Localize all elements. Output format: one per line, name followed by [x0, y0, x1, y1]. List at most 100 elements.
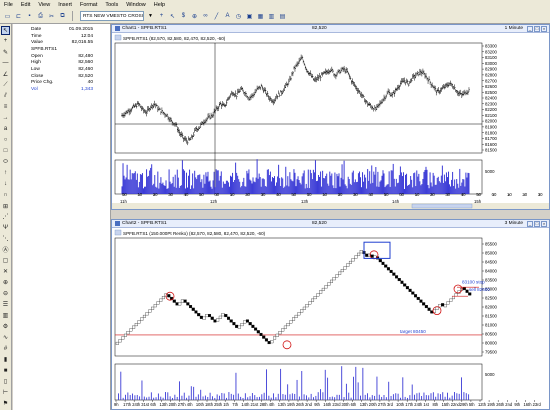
abc-icon[interactable]: Ⓐ: [1, 245, 10, 254]
menu-view[interactable]: View: [34, 2, 54, 8]
info-symbol: SPFB.RTS1: [31, 46, 58, 52]
new-icon[interactable]: ▭: [3, 12, 12, 21]
copy-icon[interactable]: ⧉: [58, 12, 67, 21]
chart1-y-tick: 82100: [485, 113, 498, 118]
chart2-x-tick: 4th: [269, 402, 275, 407]
chart1-scroll-thumb[interactable]: [411, 203, 473, 209]
crosshair-icon[interactable]: +: [1, 37, 10, 46]
maximize-icon[interactable]: □: [534, 220, 540, 227]
ruler-icon[interactable]: ⊢: [1, 388, 10, 397]
chart1-titlebar[interactable]: Chart1 - SPFB.RTS1 82,520 1 Minute _ □ ×: [112, 25, 549, 33]
close-icon[interactable]: ×: [541, 220, 547, 227]
ellipse-icon[interactable]: ⬭: [1, 158, 10, 167]
close-icon[interactable]: ×: [541, 25, 547, 32]
binoculars-icon[interactable]: ∞: [201, 12, 210, 21]
menu-help[interactable]: Help: [150, 2, 169, 8]
fib-icon[interactable]: ≡: [1, 103, 10, 112]
zoom-in-icon[interactable]: ⊕: [1, 278, 10, 287]
chart2-x-tick: 8th: [433, 402, 439, 407]
channel-icon[interactable]: ⫽: [1, 92, 10, 101]
zoom-icon[interactable]: ⊕: [190, 12, 199, 21]
arrow-down-icon[interactable]: ↓: [1, 180, 10, 189]
gann-icon[interactable]: ⊞: [1, 202, 10, 211]
fan-icon[interactable]: ⋰: [1, 213, 10, 222]
chart-icon: [115, 26, 120, 31]
angle-icon[interactable]: ∠: [1, 70, 10, 79]
chart1-x-tick: 30: [538, 192, 543, 197]
wave-icon[interactable]: ∿: [1, 333, 10, 342]
chart2-x-tick: 7th: [232, 402, 238, 407]
chart1-plot[interactable]: SPFB.RTS1 (82,570, 82,580, 82,470, 82,52…: [112, 33, 549, 209]
chart2-x-tick: 1st: [423, 402, 429, 407]
chart2-plot[interactable]: SPFB.RTS1 (150.000Pt Renko) (82,570, 82,…: [112, 228, 549, 409]
chart2-x-tick: 17th: [123, 402, 132, 407]
list-icon[interactable]: ☰: [1, 300, 10, 309]
chart2-y-tick: 80000: [485, 341, 498, 346]
hash-icon[interactable]: #: [1, 344, 10, 353]
arrow-up-icon[interactable]: ↑: [1, 169, 10, 178]
chart2-stop-label: 83100 stop: [462, 280, 485, 285]
chart2-titlebar[interactable]: Chart2 - SPFB.RTS1 82,520 3 Minute _ □ ×: [112, 220, 549, 228]
print-icon[interactable]: ⎙: [36, 12, 45, 21]
cursor-icon[interactable]: ↖: [168, 12, 177, 21]
crosshair-icon[interactable]: +: [157, 12, 166, 21]
line-tool-icon[interactable]: ╱: [212, 12, 221, 21]
chart2-y-tick: 82000: [485, 305, 498, 310]
chart1-scrollbar[interactable]: [112, 203, 549, 209]
circle-icon[interactable]: ○: [1, 136, 10, 145]
bar-icon[interactable]: ▮: [1, 355, 10, 364]
chart1-y-tick: 82500: [485, 90, 498, 95]
menu-edit[interactable]: Edit: [17, 2, 34, 8]
delete-icon[interactable]: ✕: [1, 267, 10, 276]
pencil-icon[interactable]: ✎: [1, 48, 10, 57]
menu-tools[interactable]: Tools: [101, 2, 122, 8]
grid-icon[interactable]: ▦: [256, 12, 265, 21]
text-abc-icon[interactable]: a: [1, 125, 10, 134]
tile-icon[interactable]: ▥: [267, 12, 276, 21]
line-icon[interactable]: —: [1, 59, 10, 68]
speed-icon[interactable]: ⋱: [1, 234, 10, 243]
menu-window[interactable]: Window: [122, 2, 150, 8]
rect-icon[interactable]: □: [1, 147, 10, 156]
menu-insert[interactable]: Insert: [54, 2, 76, 8]
chart2-sell-label: sell 82600: [469, 287, 490, 292]
chart1-window[interactable]: Chart1 - SPFB.RTS1 82,520 1 Minute _ □ × S…: [111, 24, 550, 210]
chart1-x-tick: 30: [445, 192, 450, 197]
flag-icon[interactable]: ⚑: [1, 399, 10, 408]
cascade-icon[interactable]: ▤: [278, 12, 287, 21]
chart2-y-tick: 84000: [485, 269, 498, 274]
doc-icon[interactable]: ▯: [1, 377, 10, 386]
cut-icon[interactable]: ✂: [47, 12, 56, 21]
dollar-icon[interactable]: $: [179, 12, 188, 21]
chevron-down-icon[interactable]: ▼: [148, 13, 153, 19]
zoom-out-icon[interactable]: ⊖: [1, 289, 10, 298]
menu-format[interactable]: Format: [76, 2, 101, 8]
stop-icon[interactable]: ■: [1, 366, 10, 375]
cursor-icon[interactable]: ↖: [1, 26, 10, 35]
maximize-icon[interactable]: □: [534, 25, 540, 32]
box-icon[interactable]: ▢: [1, 256, 10, 265]
instrument-select[interactable]: RTS NEW VMESTO CROSI: [80, 11, 144, 21]
minimize-icon[interactable]: _: [527, 25, 533, 32]
chart1-price: 82,520: [312, 26, 327, 31]
cycle-icon[interactable]: ∩: [1, 191, 10, 200]
window-icon[interactable]: ▣: [245, 12, 254, 21]
chart2-x-tick: 20th: [169, 402, 178, 407]
menu-file[interactable]: File: [0, 2, 17, 8]
chart1-x-tick: 40: [461, 192, 466, 197]
chart2-y-tick: 81500: [485, 314, 498, 319]
save-icon[interactable]: ▪: [25, 12, 34, 21]
chart2-x-tick: 13th: [360, 402, 369, 407]
trend-icon[interactable]: ⟋: [1, 81, 10, 90]
period-icon[interactable]: ◷: [234, 12, 243, 21]
open-icon[interactable]: ⊏: [14, 12, 23, 21]
chart1-x-tick: 00: [492, 192, 497, 197]
chart2-x-tick: 26th: [496, 402, 505, 407]
minimize-icon[interactable]: _: [527, 220, 533, 227]
text-tool-icon[interactable]: A: [223, 12, 232, 21]
settings-icon[interactable]: ⚙: [1, 322, 10, 331]
ray-icon[interactable]: →: [1, 114, 10, 123]
tile-icon[interactable]: ▥: [1, 311, 10, 320]
pitchfork-icon[interactable]: Ψ: [1, 223, 10, 232]
chart2-window[interactable]: Chart2 - SPFB.RTS1 82,520 3 Minute _ □ × S…: [111, 219, 550, 410]
